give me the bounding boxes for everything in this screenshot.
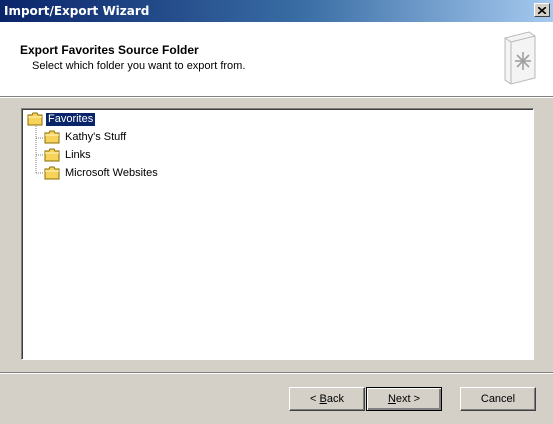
folder-icon xyxy=(44,148,60,162)
next-button[interactable]: Next > xyxy=(366,387,442,411)
import-export-wizard-window: Import/Export Wizard Export Favorites So… xyxy=(0,0,553,424)
folder-icon xyxy=(27,112,43,126)
close-button[interactable] xyxy=(534,3,550,17)
tree-node-label: Favorites xyxy=(46,112,96,126)
tree-node-kathys-stuff[interactable]: Kathy's Stuff xyxy=(44,129,128,145)
page-subtitle: Select which folder you want to export f… xyxy=(32,60,246,72)
window-title: Import/Export Wizard xyxy=(4,4,150,18)
back-button-accel: B xyxy=(319,393,327,405)
close-icon xyxy=(538,6,546,14)
cancel-button[interactable]: Cancel xyxy=(460,387,536,411)
tree-node-favorites[interactable]: Favorites xyxy=(27,111,96,127)
folder-tree[interactable]: Favorites Kathy's Stuff Links Microsoft … xyxy=(21,108,534,360)
cancel-button-label: Cancel xyxy=(480,393,516,405)
folder-tree-viewport: Favorites Kathy's Stuff Links Microsoft … xyxy=(22,109,533,359)
title-bar[interactable]: Import/Export Wizard xyxy=(0,0,553,22)
tree-node-links[interactable]: Links xyxy=(44,147,93,163)
tree-node-label: Links xyxy=(65,148,91,161)
back-button[interactable]: < Back xyxy=(289,387,365,411)
folder-icon xyxy=(44,130,60,144)
back-button-prefix: < xyxy=(310,393,320,405)
folder-icon xyxy=(44,166,60,180)
next-button-rest: ext > xyxy=(395,393,421,405)
footer-divider xyxy=(0,372,553,374)
header-divider xyxy=(0,96,553,98)
favorites-book-icon xyxy=(504,31,536,85)
back-button-rest: ack xyxy=(326,393,344,405)
tree-node-microsoft-websites[interactable]: Microsoft Websites xyxy=(44,165,160,181)
next-button-accel: N xyxy=(387,393,396,405)
page-title: Export Favorites Source Folder xyxy=(20,43,199,57)
tree-node-label: Kathy's Stuff xyxy=(65,130,127,143)
tree-node-label: Microsoft Websites xyxy=(65,166,158,179)
wizard-header: Export Favorites Source Folder Select wh… xyxy=(0,22,553,96)
